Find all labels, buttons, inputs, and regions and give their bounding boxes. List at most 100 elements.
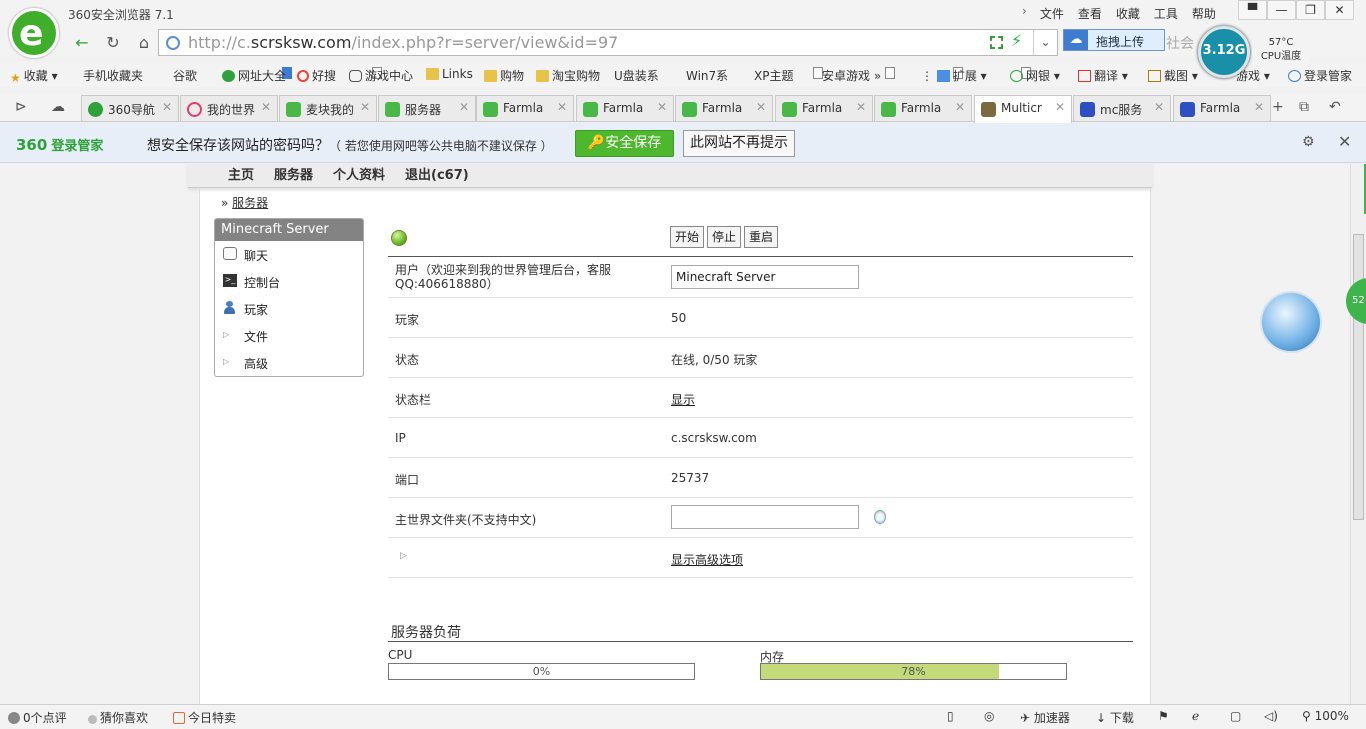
toolbar-translate[interactable]: 翻译 ▾ <box>1078 67 1128 84</box>
bird-assistant-icon[interactable] <box>1260 291 1322 353</box>
tab-0[interactable]: 360导航 ✕ <box>81 95 179 121</box>
menu-view[interactable]: 查看 <box>1071 4 1109 23</box>
cloud-tabs-icon[interactable]: ☁ <box>51 99 65 115</box>
phone-icon[interactable]: ▯ <box>947 709 954 723</box>
toolbar-screenshot[interactable]: 截图 ▾ <box>1148 67 1198 84</box>
tab-2[interactable]: 麦块我的 ✕ <box>279 95 377 121</box>
tab-9[interactable]: Multicr ✕ <box>974 95 1072 123</box>
show-statusbar-link[interactable]: 显示 <box>671 393 695 407</box>
bookmark-usb[interactable]: U盘装系 <box>614 67 823 84</box>
bookmark-haosou[interactable]: 好搜 <box>297 67 336 84</box>
show-advanced-link[interactable]: 显示高级选项 <box>671 553 743 567</box>
toolbar-extensions[interactable]: ⋮ 扩展 ▾ <box>921 67 987 84</box>
guess-like-item[interactable]: 猜你喜欢 <box>88 709 148 726</box>
bookmark-win7[interactable]: Win7系 <box>686 67 895 84</box>
bookmark-android[interactable]: 安卓游戏 » <box>822 67 1031 84</box>
tab-4[interactable]: Farmla ✕ <box>476 95 574 121</box>
triangle-right-icon[interactable]: ▷ <box>400 551 407 561</box>
comments-item[interactable]: 0个点评 <box>8 709 67 726</box>
tab-3[interactable]: 服务器 ✕ <box>378 95 476 121</box>
lightning-icon[interactable]: ⚡ <box>1011 31 1022 50</box>
toolbar-login-manager[interactable]: 登录管家 <box>1288 67 1352 84</box>
tab-11[interactable]: Farmla ✕ <box>1173 95 1271 121</box>
tab-10[interactable]: mc服务 ✕ <box>1073 95 1171 121</box>
window-icon[interactable]: ▢ <box>1230 709 1241 723</box>
bookmark-favorites[interactable]: ★ 收藏 ▾ <box>10 67 58 85</box>
tab-6[interactable]: Farmla ✕ <box>675 95 773 121</box>
bookmark-xp[interactable]: XP主题 <box>754 67 963 84</box>
maximize-button[interactable]: ❐ <box>1296 0 1325 20</box>
tab-close-icon[interactable]: ✕ <box>261 100 271 114</box>
restart-button[interactable]: 重启 <box>744 226 779 248</box>
start-button[interactable]: 开始 <box>670 226 705 248</box>
tab-close-icon[interactable]: ✕ <box>1055 100 1065 114</box>
close-icon[interactable]: ✕ <box>1338 132 1351 151</box>
breadcrumb-servers-link[interactable]: 服务器 <box>232 196 268 210</box>
tab-close-icon[interactable]: ✕ <box>955 100 965 114</box>
bookmark-google[interactable]: 谷歌 <box>173 67 382 84</box>
vertical-scrollbar[interactable] <box>1350 164 1366 704</box>
address-bar[interactable]: http://c.scrsksw.com/index.php?r=server/… <box>158 29 1058 56</box>
sidebar-item-advanced[interactable]: ▷ 高级 <box>215 349 363 376</box>
accelerator-item[interactable]: ✈ 加速器 <box>1020 709 1070 726</box>
nav-home[interactable]: 主页 <box>228 164 254 183</box>
tab-close-icon[interactable]: ✕ <box>162 100 172 114</box>
cloud-upload-button[interactable]: ☁ 拖拽上传 <box>1063 29 1165 51</box>
sidebar-toggle-icon[interactable]: ⊳ <box>15 99 27 115</box>
download-item[interactable]: ↓ 下载 <box>1096 709 1134 726</box>
menu-favorites[interactable]: 收藏 <box>1109 4 1147 23</box>
search-input[interactable]: 社会 <box>1166 33 1194 53</box>
bookmark-games[interactable]: 游戏中心 <box>349 67 413 84</box>
tab-close-icon[interactable]: ✕ <box>1154 100 1164 114</box>
undo-close-icon[interactable]: ↶ <box>1329 99 1341 115</box>
never-remind-button[interactable]: 此网站不再提示 <box>683 130 795 157</box>
toolbar-bank[interactable]: 网银 ▾ <box>1010 67 1060 84</box>
tab-close-icon[interactable]: ✕ <box>557 100 567 114</box>
tab-close-icon[interactable]: ✕ <box>360 100 370 114</box>
qr-code-icon[interactable] <box>990 36 1003 49</box>
sidebar-item-players[interactable]: 玩家 <box>215 295 363 322</box>
world-folder-input[interactable] <box>671 505 859 529</box>
menu-file[interactable]: 文件 <box>1033 4 1071 23</box>
nav-profile[interactable]: 个人资料 <box>333 164 385 183</box>
compass-icon[interactable]: ◎ <box>984 709 994 723</box>
safe-save-button[interactable]: 🔑安全保存 <box>575 130 674 157</box>
server-name-input[interactable] <box>671 265 859 289</box>
sidebar-item-chat[interactable]: 聊天 <box>215 241 363 268</box>
bookmark-shopping[interactable]: 购物 <box>484 67 524 84</box>
gear-icon[interactable]: ⚙ <box>1302 134 1315 150</box>
bookmark-links[interactable]: Links <box>426 67 473 81</box>
lightbulb-icon[interactable] <box>874 510 886 524</box>
nav-logout[interactable]: 退出(c67) <box>405 164 469 183</box>
url-text[interactable]: http://c.scrsksw.com/index.php?r=server/… <box>188 33 618 52</box>
sidebar-item-console[interactable]: >_ 控制台 <box>215 268 363 295</box>
ie-icon[interactable]: ℯ <box>1192 709 1199 723</box>
shirt-icon[interactable]: ▀ <box>1238 0 1267 20</box>
tab-close-icon[interactable]: ✕ <box>657 100 667 114</box>
speed-gauge[interactable]: 3.12G <box>1198 26 1250 78</box>
address-dropdown-icon[interactable]: ⌄ <box>1033 30 1057 55</box>
speaker-icon[interactable]: ◁) <box>1264 709 1278 723</box>
tab-8[interactable]: Farmla ✕ <box>874 95 972 121</box>
minimize-button[interactable]: — <box>1267 0 1296 20</box>
menu-tools[interactable]: 工具 <box>1147 4 1185 23</box>
sidebar-item-files[interactable]: ▷ 文件 <box>215 322 363 349</box>
stop-button[interactable]: 停止 <box>707 226 742 248</box>
bookmark-sites[interactable]: 网址大全 <box>222 67 286 84</box>
menu-help[interactable]: 帮助 <box>1185 4 1223 23</box>
daily-deals-item[interactable]: 今日特卖 <box>173 709 236 726</box>
tab-list-icon[interactable]: ⧉ <box>1299 99 1309 115</box>
tab-close-icon[interactable]: ✕ <box>756 100 766 114</box>
bookmark-taobao[interactable]: 淘宝购物 <box>536 67 600 84</box>
zoom-control[interactable]: ⚲ 100% <box>1302 709 1349 723</box>
cpu-temp-widget[interactable]: 57°C CPU温度 <box>1252 36 1310 68</box>
tab-close-icon[interactable]: ✕ <box>856 100 866 114</box>
back-button[interactable]: ← <box>70 32 94 54</box>
tab-close-icon[interactable]: ✕ <box>459 100 469 114</box>
refresh-button[interactable]: ↻ <box>101 32 125 54</box>
new-tab-button[interactable]: + <box>1272 99 1284 115</box>
tab-5[interactable]: Farmla ✕ <box>576 95 674 121</box>
scrollbar-thumb[interactable] <box>1353 234 1364 520</box>
tab-7[interactable]: Farmla ✕ <box>775 95 873 121</box>
close-button[interactable]: ✕ <box>1325 0 1354 20</box>
